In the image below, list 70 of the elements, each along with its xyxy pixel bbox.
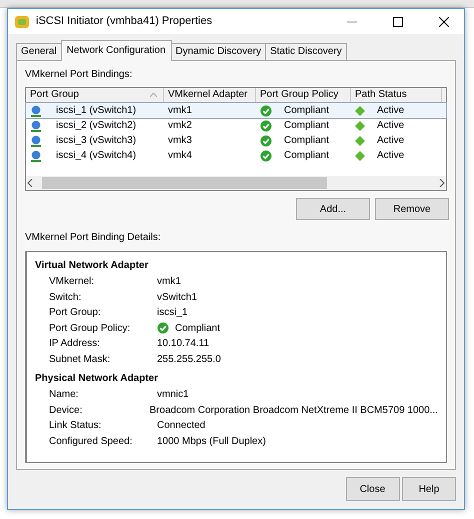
- table-cell-text: iscsi_1 (vSwitch1): [56, 104, 136, 118]
- column-header: VMkernel Adapter: [168, 88, 248, 102]
- column-header: Path Status: [355, 88, 407, 102]
- field-label: Port Group Policy:: [49, 322, 132, 336]
- field-label: Link Status:: [49, 419, 102, 433]
- table-cell-text: vmk2: [168, 119, 192, 133]
- tab[interactable]: General: [16, 43, 62, 60]
- network-adapter-icon: [30, 104, 42, 116]
- field-label: Device:: [49, 404, 84, 418]
- table-cell-text: Compliant: [284, 119, 330, 133]
- network-adapter-icon: [30, 150, 42, 162]
- button[interactable]: Close: [346, 477, 400, 501]
- field-value: 255.255.255.0: [157, 352, 221, 366]
- section-heading: Virtual Network Adapter: [35, 259, 150, 273]
- field-label: Configured Speed:: [49, 434, 134, 448]
- field-label: Port Group:: [49, 306, 102, 320]
- field-label: IP Address:: [49, 337, 101, 351]
- field-value: vmk1: [157, 275, 181, 289]
- field-value: iscsi_1: [157, 306, 188, 320]
- table-row[interactable]: iscsi_1 (vSwitch1) vmk1 Compliant Active: [26, 103, 446, 118]
- table-row[interactable]: iscsi_3 (vSwitch3) vmk3 Compliant Active: [26, 133, 446, 148]
- check-icon: [260, 150, 272, 162]
- window-title: iSCSI Initiator (vmhba41) Properties: [36, 14, 214, 30]
- network-adapter-icon: [30, 134, 42, 146]
- column-header: Port Group: [30, 88, 79, 102]
- table-cell-text: Compliant: [284, 134, 330, 148]
- table-cell-text: Active: [377, 149, 404, 163]
- check-icon: [260, 134, 272, 146]
- field-label: Switch:: [49, 290, 82, 304]
- field-value: 10.10.74.11: [157, 337, 210, 351]
- field-label: Name:: [49, 388, 80, 402]
- table-cell-text: vmk1: [168, 104, 192, 118]
- scroll-thumb[interactable]: [42, 177, 327, 189]
- section-heading: Physical Network Adapter: [35, 372, 160, 386]
- field-label: Subnet Mask:: [49, 352, 112, 366]
- check-icon: [260, 104, 272, 116]
- tab[interactable]: Static Discovery: [265, 43, 347, 60]
- table-cell-text: Active: [377, 119, 404, 133]
- tab[interactable]: Network Configuration: [60, 40, 172, 61]
- table-cell-text: Compliant: [284, 104, 330, 118]
- section-label: VMkernel Port Binding Details:: [25, 231, 162, 245]
- field-value: vmnic1: [157, 388, 189, 402]
- network-adapter-icon: [30, 120, 42, 132]
- table-cell-text: vmk4: [168, 149, 192, 163]
- check-icon: [157, 322, 169, 334]
- maximize-icon[interactable]: [393, 16, 403, 26]
- app-icon: [14, 14, 30, 30]
- table-cell-text: iscsi_4 (vSwitch4): [56, 149, 136, 163]
- table-row[interactable]: iscsi_4 (vSwitch4) vmk4 Compliant Active: [26, 148, 446, 163]
- table-cell-text: iscsi_2 (vSwitch2): [56, 119, 136, 133]
- field-value: 1000 Mbps (Full Duplex): [157, 434, 266, 448]
- sort-icon: [150, 93, 157, 97]
- table-cell-text: Active: [377, 104, 404, 118]
- button[interactable]: Help: [402, 477, 456, 501]
- field-value: Compliant: [175, 322, 220, 336]
- button[interactable]: Remove: [375, 198, 449, 220]
- close-icon[interactable]: [439, 16, 449, 26]
- table-cell-text: Active: [377, 134, 404, 148]
- button[interactable]: Add...: [296, 198, 370, 220]
- table-cell-text: vmk3: [168, 134, 192, 148]
- field-value: Broadcom Corporation Broadcom NetXtreme II BCM5709 1000...: [150, 404, 438, 418]
- field-label: VMkernel:: [49, 275, 96, 289]
- check-icon: [260, 120, 272, 132]
- field-value: vSwitch1: [157, 290, 198, 304]
- table-row[interactable]: iscsi_2 (vSwitch2) vmk2 Compliant Active: [26, 118, 446, 133]
- column-header: Port Group Policy: [260, 88, 338, 102]
- field-value: Connected: [157, 419, 206, 433]
- section-label: VMkernel Port Bindings:: [25, 68, 134, 82]
- table-cell-text: Compliant: [284, 149, 330, 163]
- table-cell-text: iscsi_3 (vSwitch3): [56, 134, 136, 148]
